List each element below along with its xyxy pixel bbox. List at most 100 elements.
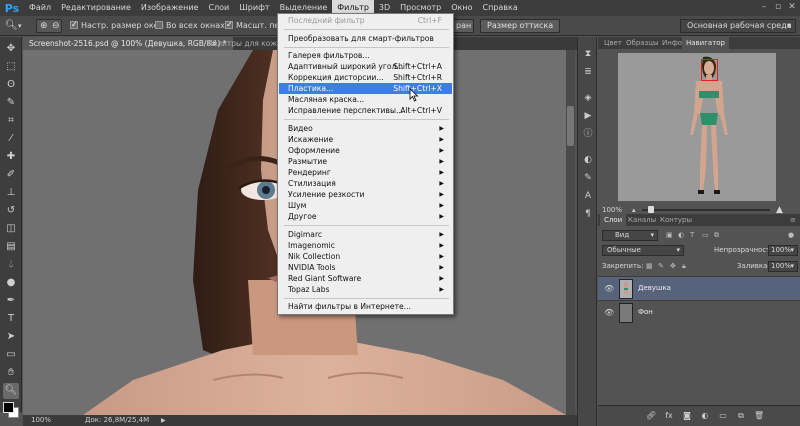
submenu-render[interactable]: Рендеринг ▶ <box>279 167 452 178</box>
vanishing-point-item[interactable]: Исправление перспективы... Alt+Ctrl+V <box>279 105 452 116</box>
submenu-imagenomic[interactable]: Imagenomic ▶ <box>279 240 452 251</box>
paragraph-panel-icon[interactable]: ¶ <box>583 209 593 219</box>
zoom-level[interactable]: 100% <box>31 415 51 426</box>
quick-select-tool-icon[interactable]: ✎ <box>3 95 19 111</box>
foreground-color-swatch[interactable] <box>3 402 14 413</box>
menu-file[interactable]: Файл <box>24 0 56 16</box>
filter-type-icon[interactable]: T <box>690 229 694 241</box>
fit-windows-option[interactable]: Настр. размер окон <box>70 18 164 33</box>
submenu-stylize[interactable]: Стилизация ▶ <box>279 178 452 189</box>
submenu-blur[interactable]: Размытие ▶ <box>279 156 452 167</box>
link-layers-icon[interactable]: 🔗︎ <box>646 411 656 421</box>
blend-mode-select[interactable]: Обычные <box>602 245 684 256</box>
layer-style-icon[interactable]: fx <box>664 411 674 421</box>
navigator-view-rect[interactable] <box>701 59 718 81</box>
minimize-icon[interactable]: – <box>757 0 771 16</box>
submenu-red-giant[interactable]: Red Giant Software ▶ <box>279 273 452 284</box>
3d-panel-icon[interactable]: ◈ <box>583 93 593 103</box>
lock-image-icon[interactable]: ✎ <box>658 260 664 272</box>
canvas-vertical-scrollbar[interactable] <box>566 50 575 415</box>
tab-swatches[interactable]: Образцы <box>622 37 663 49</box>
tool-preset-dropdown-icon[interactable]: ▾ <box>18 19 22 33</box>
layer-filter-kind-select[interactable]: Вид <box>602 230 658 241</box>
move-tool-icon[interactable]: ✥ <box>3 41 19 57</box>
submenu-nik-collection[interactable]: Nik Collection ▶ <box>279 251 452 262</box>
eraser-tool-icon[interactable]: ◫ <box>3 221 19 237</box>
zoom-tool-icon[interactable]: 🔍︎ <box>5 19 18 33</box>
all-windows-option[interactable]: Во всех окнах <box>155 19 225 33</box>
hand-tool-icon[interactable]: ✋︎ <box>3 365 19 381</box>
new-layer-icon[interactable]: ⧉ <box>736 411 746 421</box>
fill-input[interactable]: 100% <box>768 261 798 272</box>
layer-row-girl[interactable]: 👁︎ Девушка <box>598 276 800 300</box>
fit-screen-button[interactable]: ран <box>452 19 474 33</box>
actions-panel-icon[interactable]: ▶ <box>583 111 593 121</box>
visibility-eye-icon[interactable]: 👁︎ <box>604 284 614 294</box>
lasso-tool-icon[interactable]: ʘ <box>3 77 19 93</box>
submenu-topaz-labs[interactable]: Topaz Labs ▶ <box>279 284 452 295</box>
new-group-icon[interactable]: ▭ <box>718 411 728 421</box>
pen-tool-icon[interactable]: ✒ <box>3 293 19 309</box>
submenu-other[interactable]: Другое ▶ <box>279 211 452 222</box>
submenu-distort[interactable]: Искажение ▶ <box>279 134 452 145</box>
lock-position-icon[interactable]: ✥ <box>670 260 676 272</box>
zoom-out-icon[interactable]: ⊖ <box>52 19 60 33</box>
print-size-button[interactable]: Размер оттиска <box>480 19 561 33</box>
history-panel-icon[interactable]: ⧗ <box>583 49 593 59</box>
tab-layers[interactable]: Слои <box>600 214 627 226</box>
zoom-in-icon[interactable]: ⊕ <box>40 19 48 33</box>
lock-all-icon[interactable]: 🔒︎ <box>682 260 686 272</box>
adjustments-panel-icon[interactable]: ◐ <box>583 155 593 165</box>
layer-row-background[interactable]: 👁︎ Фон <box>598 300 800 324</box>
convert-smart-filters-item[interactable]: Преобразовать для смарт-фильтров <box>279 33 452 44</box>
submenu-video[interactable]: Видео ▶ <box>279 123 452 134</box>
menu-type[interactable]: Шрифт <box>234 0 274 16</box>
tab-navigator[interactable]: Навигатор <box>682 37 729 49</box>
filter-gallery-item[interactable]: Галерея фильтров... <box>279 50 452 61</box>
crop-tool-icon[interactable]: ⌗ <box>3 113 19 129</box>
last-filter-item[interactable]: Последний фильтр Ctrl+F <box>279 15 452 26</box>
close-icon[interactable]: ✕ <box>785 0 799 16</box>
clone-stamp-tool-icon[interactable]: ⊥ <box>3 185 19 201</box>
visibility-eye-icon[interactable]: 👁︎ <box>604 308 614 318</box>
status-menu-icon[interactable]: ▶ <box>161 415 166 426</box>
layer-name[interactable]: Девушка <box>638 284 671 292</box>
submenu-sharpen[interactable]: Усиление резкости ▶ <box>279 189 452 200</box>
blur-tool-icon[interactable]: 💧︎ <box>3 257 19 273</box>
panel-menu-icon[interactable]: ≡ <box>786 214 800 226</box>
properties-panel-icon[interactable]: ≣ <box>583 67 593 77</box>
type-tool-icon[interactable]: T <box>3 311 19 327</box>
submenu-nvidia-tools[interactable]: NVIDIA Tools ▶ <box>279 262 452 273</box>
shape-tool-icon[interactable]: ▭ <box>3 347 19 363</box>
adaptive-wide-angle-item[interactable]: Адаптивный широкий угол... Shift+Ctrl+A <box>279 61 452 72</box>
workspace-select[interactable]: Основная рабочая среда <box>680 19 796 33</box>
navigator-zoom-knob[interactable] <box>648 206 654 213</box>
eyedropper-tool-icon[interactable]: ⁄ <box>3 131 19 147</box>
marquee-tool-icon[interactable]: ⬚ <box>3 59 19 75</box>
filter-shape-icon[interactable]: ▭ <box>702 229 709 241</box>
healing-brush-tool-icon[interactable]: ✚ <box>3 149 19 165</box>
character-panel-icon[interactable]: A <box>583 191 593 201</box>
brush-panel-icon[interactable]: ✎ <box>583 173 593 183</box>
menu-image[interactable]: Изображение <box>136 0 204 16</box>
lens-correction-item[interactable]: Коррекция дисторсии... Shift+Ctrl+R <box>279 72 452 83</box>
all-windows-checkbox[interactable] <box>155 20 163 29</box>
filter-toggle-icon[interactable]: ● <box>788 229 794 241</box>
menu-edit[interactable]: Редактирование <box>56 0 136 16</box>
browse-filters-online-item[interactable]: Найти фильтры в Интернете... <box>279 301 452 312</box>
liquify-item[interactable]: Пластика... Shift+Ctrl+X <box>279 83 452 94</box>
filter-pixel-icon[interactable]: ▣ <box>666 229 673 241</box>
delete-layer-icon[interactable]: 🗑︎ <box>754 411 764 421</box>
dodge-tool-icon[interactable]: ● <box>3 275 19 291</box>
path-selection-tool-icon[interactable]: ➤ <box>3 329 19 345</box>
doc-size[interactable]: Док: 26,8M/25,4M <box>85 415 149 426</box>
scrubby-zoom-checkbox[interactable] <box>225 18 233 32</box>
info-panel-icon[interactable]: ⓘ <box>583 129 593 139</box>
new-adjustment-layer-icon[interactable]: ◐ <box>700 411 710 421</box>
brush-tool-icon[interactable]: ✐ <box>3 167 19 183</box>
oil-paint-item[interactable]: Масляная краска... <box>279 94 452 105</box>
filter-smart-object-icon[interactable]: ⧉ <box>714 229 719 241</box>
tab-paths[interactable]: Контуры <box>656 214 696 226</box>
submenu-digimarc[interactable]: Digimarc ▶ <box>279 229 452 240</box>
lock-transparent-icon[interactable]: ▦ <box>646 260 653 272</box>
